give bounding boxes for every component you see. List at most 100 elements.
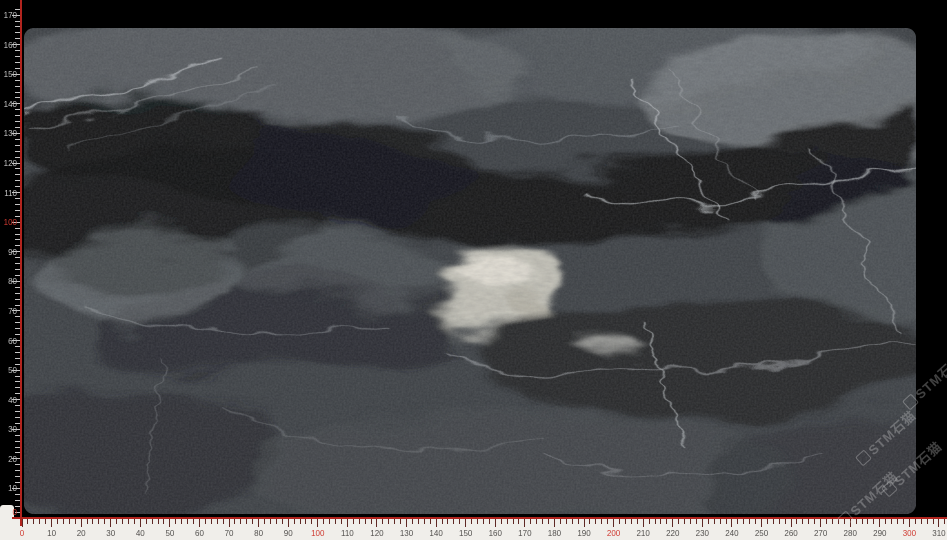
bottom-ruler-tick	[643, 519, 644, 527]
bottom-ruler-tick	[140, 519, 141, 527]
bottom-ruler-tick	[418, 519, 419, 524]
bottom-ruler-label: 300	[896, 529, 922, 538]
bottom-ruler-tick	[128, 519, 129, 524]
bottom-ruler-tick	[743, 519, 744, 524]
bottom-ruler-tick	[329, 519, 330, 524]
bottom-ruler-tick	[572, 519, 573, 524]
bottom-ruler-tick	[436, 519, 437, 527]
left-ruler-label: 50	[0, 366, 17, 375]
bottom-ruler-tick	[885, 519, 886, 524]
bottom-ruler-tick	[879, 519, 880, 527]
bottom-ruler-tick	[282, 519, 283, 524]
bottom-ruler-tick	[909, 519, 910, 527]
bottom-ruler-tick	[873, 519, 874, 524]
bottom-ruler-tick	[347, 519, 348, 527]
bottom-ruler-tick	[394, 519, 395, 524]
bottom-ruler-tick	[92, 519, 93, 524]
bottom-ruler-tick	[785, 519, 786, 524]
bottom-ruler-tick	[223, 519, 224, 524]
bottom-ruler-tick	[110, 519, 111, 527]
bottom-ruler-tick	[365, 519, 366, 524]
bottom-ruler-tick	[933, 519, 934, 524]
bottom-ruler-tick	[252, 519, 253, 524]
bottom-ruler-tick	[465, 519, 466, 527]
bottom-ruler-tick	[430, 519, 431, 524]
bottom-ruler-tick	[217, 519, 218, 524]
bottom-ruler-tick	[578, 519, 579, 524]
bottom-ruler-tick	[276, 519, 277, 524]
bottom-ruler-tick	[270, 519, 271, 524]
bottom-ruler-tick	[513, 519, 514, 524]
bottom-ruler-tick	[122, 519, 123, 524]
bottom-ruler-label: 310	[926, 529, 947, 538]
bottom-ruler-label: 30	[98, 529, 124, 538]
bottom-ruler-label: 170	[512, 529, 538, 538]
bottom-ruler-tick	[152, 519, 153, 524]
bottom-ruler-tick	[483, 519, 484, 524]
bottom-ruler-label: 110	[334, 529, 360, 538]
bottom-ruler-tick	[915, 519, 916, 524]
bottom-ruler-label: 40	[127, 529, 153, 538]
bottom-ruler-tick	[388, 519, 389, 524]
bottom-ruler-label: 70	[216, 529, 242, 538]
left-ruler-label: 40	[0, 396, 17, 405]
bottom-ruler-tick	[554, 519, 555, 527]
bottom-ruler-label: 230	[689, 529, 715, 538]
bottom-ruler-tick	[87, 519, 88, 524]
bottom-ruler-tick	[305, 519, 306, 524]
left-ruler-label: 110	[0, 189, 17, 198]
bottom-ruler-tick	[566, 519, 567, 524]
bottom-ruler-tick	[33, 519, 34, 524]
bottom-ruler-tick	[104, 519, 105, 524]
bottom-ruler-tick	[39, 519, 40, 524]
bottom-ruler-tick	[726, 519, 727, 524]
bottom-ruler-tick	[495, 519, 496, 527]
bottom-ruler-tick	[944, 519, 945, 524]
bottom-ruler-tick	[146, 519, 147, 524]
bottom-ruler-tick	[359, 519, 360, 524]
bottom-ruler-label: 130	[394, 529, 420, 538]
bottom-ruler-tick	[335, 519, 336, 524]
bottom-ruler-tick	[761, 519, 762, 527]
bottom-ruler-tick	[98, 519, 99, 524]
bottom-ruler-tick	[708, 519, 709, 524]
left-ruler-label: 10	[0, 484, 17, 493]
bottom-ruler-tick	[181, 519, 182, 524]
bottom-ruler-tick	[412, 519, 413, 524]
bottom-ruler-tick	[696, 519, 697, 524]
bottom-ruler-tick	[300, 519, 301, 524]
bottom-ruler-tick	[655, 519, 656, 524]
bottom-ruler-tick	[607, 519, 608, 524]
bottom-ruler-label: 190	[571, 529, 597, 538]
bottom-ruler-label: 260	[778, 529, 804, 538]
slab-texture	[24, 28, 916, 514]
bottom-ruler-label: 90	[275, 529, 301, 538]
bottom-ruler-tick	[317, 519, 318, 527]
bottom-ruler-tick	[589, 519, 590, 524]
bottom-ruler-tick	[258, 519, 259, 527]
bottom-ruler-tick	[927, 519, 928, 524]
bottom-ruler-tick	[169, 519, 170, 527]
bottom-ruler-tick	[518, 519, 519, 524]
bottom-ruler-tick	[560, 519, 561, 524]
bottom-ruler-tick	[891, 519, 892, 524]
bottom-ruler-tick	[163, 519, 164, 524]
bottom-ruler-tick	[294, 519, 295, 524]
bottom-ruler-tick	[613, 519, 614, 527]
bottom-ruler-tick	[524, 519, 525, 527]
bottom-ruler-tick	[530, 519, 531, 524]
bottom-ruler-label: 20	[68, 529, 94, 538]
bottom-ruler-tick	[660, 519, 661, 524]
bottom-ruler-tick	[134, 519, 135, 524]
bottom-ruler-tick	[666, 519, 667, 524]
bottom-ruler-tick	[796, 519, 797, 524]
bottom-ruler-tick	[406, 519, 407, 527]
bottom-ruler-tick	[862, 519, 863, 524]
left-ruler-label: 140	[0, 100, 17, 109]
bottom-ruler-label: 250	[749, 529, 775, 538]
bottom-ruler-tick	[684, 519, 685, 524]
left-ruler-label: 160	[0, 41, 17, 50]
bottom-ruler-tick	[601, 519, 602, 524]
bottom-ruler-tick	[376, 519, 377, 527]
bottom-ruler-tick	[791, 519, 792, 527]
